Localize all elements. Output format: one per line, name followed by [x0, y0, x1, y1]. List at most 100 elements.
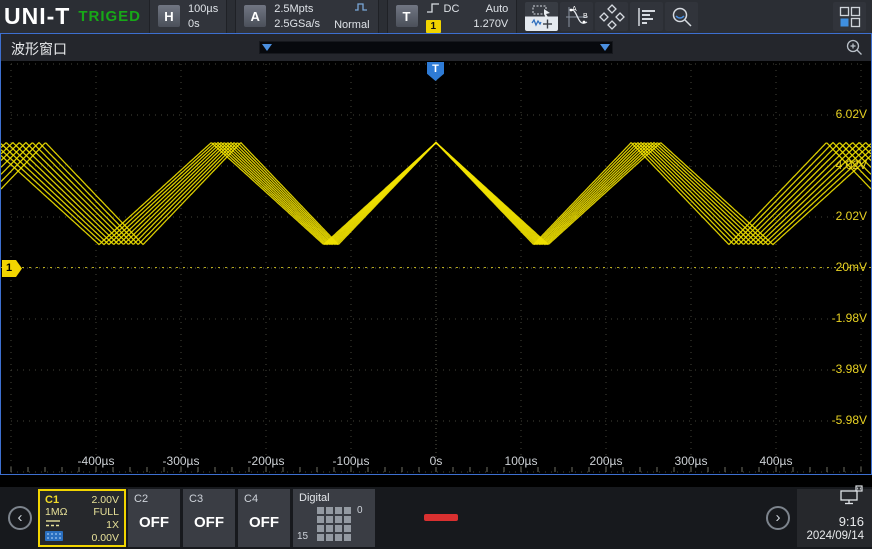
channel1-probe: 1X	[106, 519, 119, 531]
dc-coupling-icon	[45, 518, 61, 531]
xy-display-button[interactable]	[595, 2, 628, 31]
trigger-sweep-value: Auto	[486, 3, 509, 16]
digital-last-bit: 15	[297, 531, 308, 542]
brand-logo: UNI-T	[4, 3, 70, 30]
trigger-status: TRIGED	[78, 8, 141, 25]
record-indicator	[424, 514, 458, 521]
acquire-settings-button[interactable]: A 2.5Mpts 2.5GSa/s Normal	[235, 0, 378, 33]
window-layout-icon	[838, 5, 862, 29]
x-axis-label: -300µs	[146, 454, 216, 468]
search-icon	[669, 4, 695, 30]
list-icon	[634, 4, 660, 30]
digital-channel-cell	[344, 534, 351, 541]
pulse-icon	[354, 1, 370, 17]
acquire-mode-value: Normal	[334, 19, 369, 32]
trigger-source-badge: 1	[426, 20, 442, 33]
channel1-bandwidth: FULL	[93, 506, 119, 518]
digital-channel-cell	[326, 525, 333, 532]
scrollbar-arrow-right[interactable]	[600, 44, 610, 51]
scrollbar-arrow-left[interactable]	[262, 44, 272, 51]
top-toolbar: UNI-T TRIGED H 100µs 0s A 2.5Mpts 2.5GSa…	[0, 0, 872, 33]
channel4-state: OFF	[238, 497, 290, 547]
x-axis-label: 100µs	[486, 454, 556, 468]
svg-text:B: B	[583, 13, 588, 20]
status-datetime-panel[interactable]: 9:16 2024/09/14	[797, 489, 872, 547]
horizontal-scrollbar[interactable]	[259, 41, 613, 54]
list-view-button[interactable]	[630, 2, 663, 31]
waveform-window: 波形窗口 T 1 6.02V4.02V2.02V20mV-1.98V-3.98V…	[0, 33, 872, 475]
acquire-key-label: A	[244, 5, 266, 27]
digital-first-bit: 0	[357, 505, 363, 516]
channel4-panel[interactable]: C4 OFF	[238, 489, 290, 547]
search-button[interactable]	[665, 2, 698, 31]
cursor-measure-button[interactable]: A B	[560, 2, 593, 31]
sample-rate-value: 2.5GSa/s	[274, 18, 320, 31]
usb-device-icon	[838, 485, 864, 510]
y-axis-label: 6.02V	[807, 107, 867, 121]
channel2-panel[interactable]: C2 OFF	[128, 489, 180, 547]
trigger-coupling-value: DC	[444, 3, 460, 16]
zoom-in-icon	[845, 38, 864, 57]
x-axis-label: -400µs	[61, 454, 131, 468]
trigger-settings-button[interactable]: T DC 1 Auto 1.270V	[387, 0, 518, 33]
select-tool-button[interactable]	[525, 2, 558, 31]
clock-date: 2024/09/14	[806, 529, 864, 543]
x-axis-label: 300µs	[656, 454, 726, 468]
oscilloscope-screen: UNI-T TRIGED H 100µs 0s A 2.5Mpts 2.5GSa…	[0, 0, 872, 549]
window-title: 波形窗口	[11, 39, 67, 59]
x-axis-label: -100µs	[316, 454, 386, 468]
xy-display-icon	[599, 4, 625, 30]
digital-channel-cell	[344, 525, 351, 532]
digital-channel-cell	[326, 507, 333, 514]
waveform-traces	[1, 61, 871, 474]
y-axis-label: -5.98V	[807, 413, 867, 427]
digital-channel-cell	[317, 525, 324, 532]
trigger-level-value: 1.270V	[473, 18, 508, 31]
zoom-in-button[interactable]	[845, 38, 864, 62]
channel2-state: OFF	[128, 497, 180, 547]
bottom-toolbar: ‹ C1 2.00V 1MΩ FULL 1X	[0, 487, 872, 549]
digital-channel-cell	[335, 516, 342, 523]
digital-channel-cell	[317, 516, 324, 523]
digital-channel-cell	[317, 507, 324, 514]
digital-channel-cell	[317, 534, 324, 541]
digital-channel-cell	[326, 534, 333, 541]
channel1-impedance: 1MΩ	[45, 506, 67, 518]
memory-depth-value: 2.5Mpts	[274, 3, 320, 16]
digital-grid-icon	[317, 507, 351, 541]
rising-edge-icon	[426, 1, 440, 18]
digital-channel-cell	[344, 507, 351, 514]
x-axis-label: 400µs	[741, 454, 811, 468]
timebase-value: 100µs	[188, 3, 218, 16]
channel1-panel[interactable]: C1 2.00V 1MΩ FULL 1X	[38, 489, 126, 547]
y-axis-label: -3.98V	[807, 362, 867, 376]
channel3-panel[interactable]: C3 OFF	[183, 489, 235, 547]
digital-channel-cell	[344, 516, 351, 523]
digital-channel-cell	[335, 534, 342, 541]
x-axis-label: 0s	[401, 454, 471, 468]
y-axis-label: -1.98V	[807, 311, 867, 325]
y-axis-label: 2.02V	[807, 209, 867, 223]
window-layout-button[interactable]	[833, 2, 866, 31]
chevron-right-icon[interactable]: ›	[766, 506, 790, 530]
channel1-scale: 2.00V	[92, 494, 119, 506]
chevron-left-icon[interactable]: ‹	[8, 506, 32, 530]
x-axis-label: 200µs	[571, 454, 641, 468]
digital-channel-cell	[326, 516, 333, 523]
clock-time: 9:16	[839, 514, 864, 529]
waveform-window-titlebar: 波形窗口	[1, 34, 871, 61]
horizontal-settings-button[interactable]: H 100µs 0s	[149, 0, 227, 33]
channel1-name: C1	[45, 494, 59, 506]
y-axis-label: 4.02V	[807, 158, 867, 172]
trigger-key-label: T	[396, 5, 418, 27]
waveform-plot-area: T 1 6.02V4.02V2.02V20mV-1.98V-3.98V-5.98…	[1, 61, 871, 474]
digital-channel-cell	[335, 507, 342, 514]
channel3-state: OFF	[183, 497, 235, 547]
cursor-ab-icon: A B	[564, 4, 590, 30]
channel1-offset: 0.00V	[92, 532, 119, 544]
bandwidth-icon	[45, 531, 63, 544]
digital-channels-panel[interactable]: Digital 0 15	[293, 489, 375, 547]
y-axis-label: 20mV	[807, 260, 867, 274]
horizontal-key-label: H	[158, 5, 180, 27]
select-tool-icon	[529, 3, 555, 30]
